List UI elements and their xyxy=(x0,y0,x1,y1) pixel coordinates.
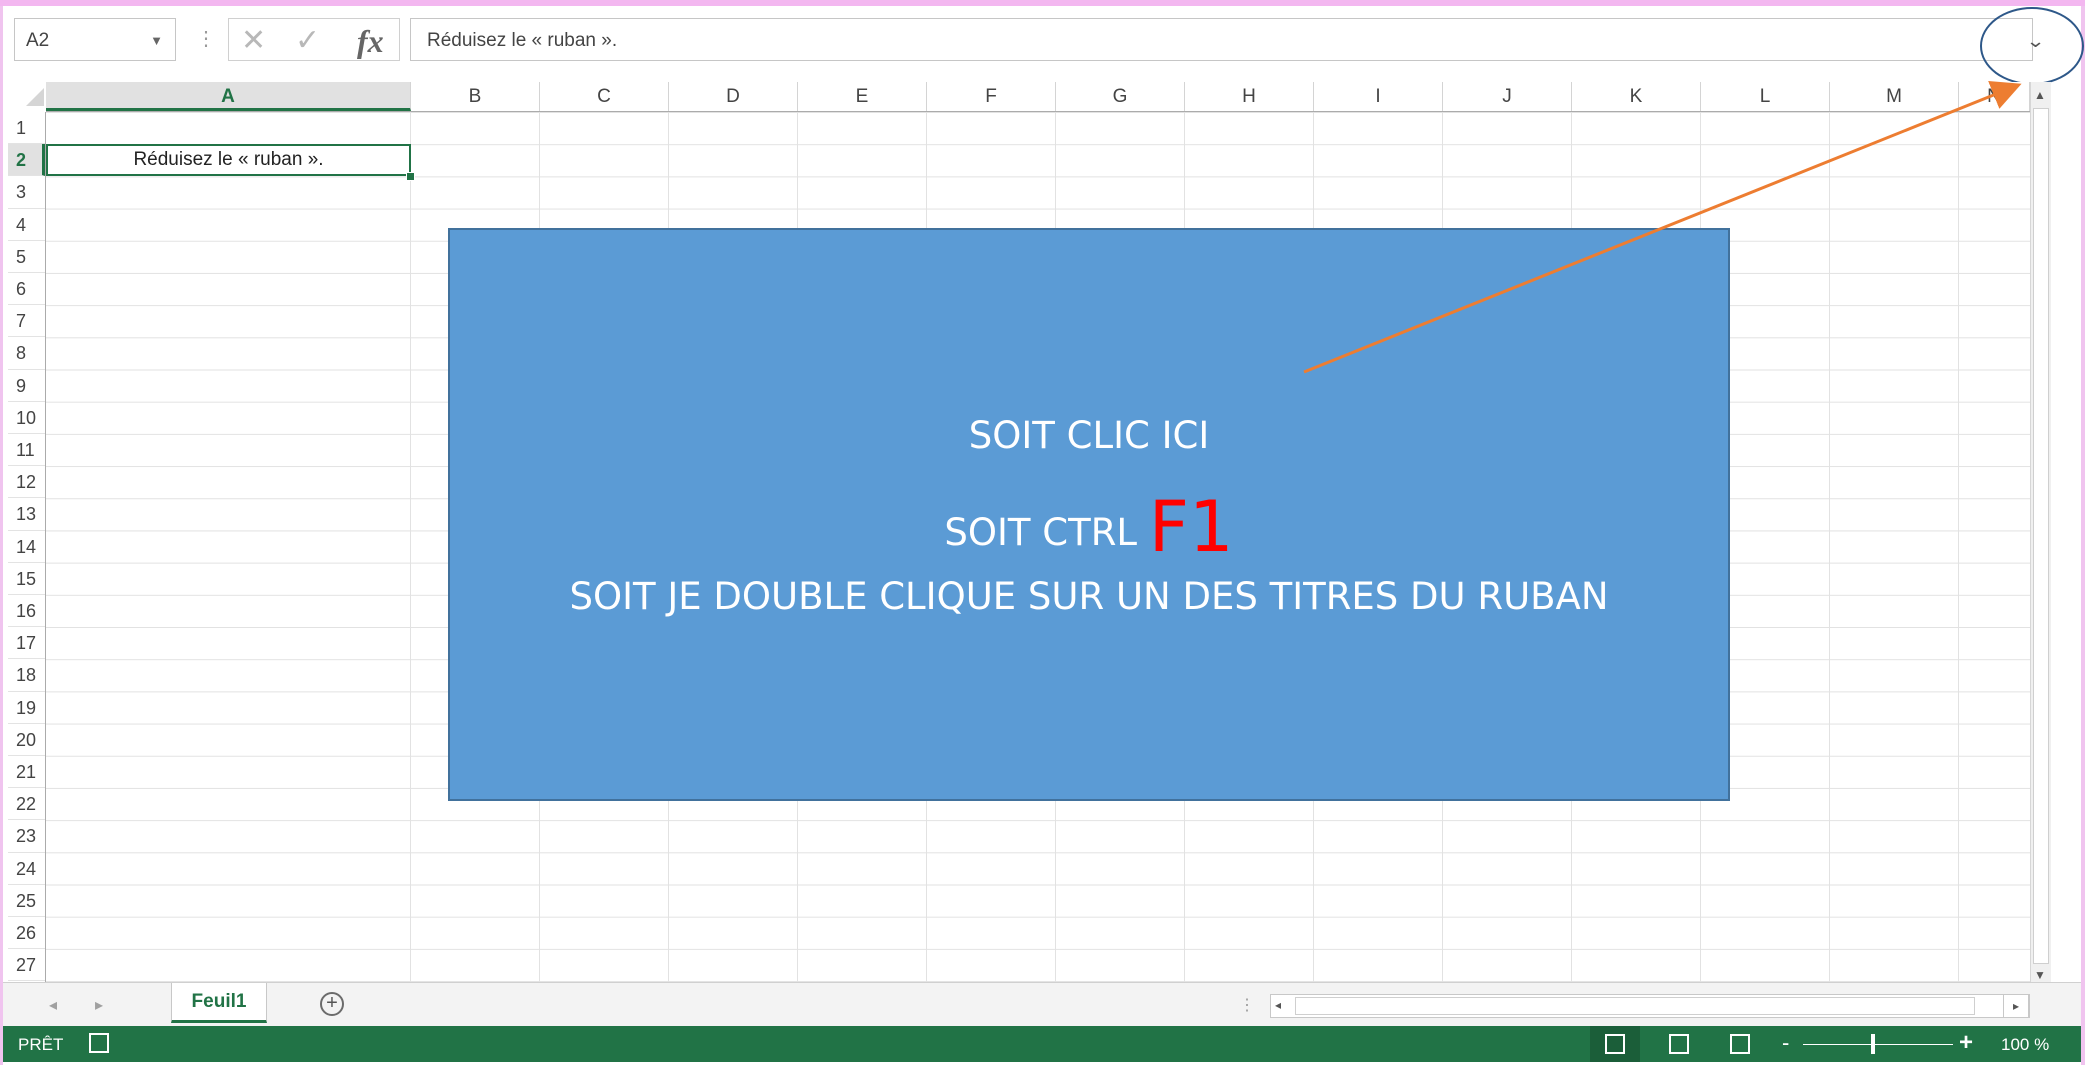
page-break-preview-icon[interactable] xyxy=(1730,1034,1750,1054)
scroll-right-icon[interactable]: ▸ xyxy=(2003,994,2029,1018)
zoom-in-icon[interactable]: + xyxy=(1959,1029,1973,1057)
row-header-13[interactable]: 13 xyxy=(8,498,45,531)
row-header-8[interactable]: 8 xyxy=(8,337,45,370)
active-cell-a2[interactable]: Réduisez le « ruban ». xyxy=(46,144,411,176)
gridline xyxy=(1958,112,1959,982)
select-all-triangle-icon xyxy=(26,88,44,106)
horizontal-scrollbar[interactable]: ◂ xyxy=(1270,994,2030,1018)
status-bar: PRÊT - + 100 % xyxy=(3,1026,2081,1062)
scroll-down-icon[interactable]: ▼ xyxy=(2034,968,2046,982)
column-header-h[interactable]: H xyxy=(1185,82,1314,111)
page-layout-icon[interactable] xyxy=(1669,1034,1689,1054)
window-frame-right xyxy=(2081,6,2085,1065)
scroll-up-icon[interactable]: ▲ xyxy=(2034,88,2046,102)
sheet-prev-icon[interactable]: ◂ xyxy=(49,995,57,1015)
sheet-tab-bar: ◂ ▸ Feuil1 + ⋮ ◂ ▸ xyxy=(3,982,2081,1027)
plus-circle-icon[interactable]: + xyxy=(320,992,344,1016)
name-box-dropdown-icon[interactable]: ▼ xyxy=(150,33,163,48)
row-header-17[interactable]: 17 xyxy=(8,627,45,660)
column-header-f[interactable]: F xyxy=(927,82,1056,111)
vertical-scroll-thumb[interactable] xyxy=(2033,108,2049,964)
row-header-6[interactable]: 6 xyxy=(8,273,45,306)
gridline xyxy=(1829,112,1830,982)
row-header-16[interactable]: 16 xyxy=(8,595,45,628)
callout-line-2-text: SOIT CTRL xyxy=(944,511,1138,554)
row-header-25[interactable]: 25 xyxy=(8,885,45,917)
row-header-7[interactable]: 7 xyxy=(8,305,45,338)
row-header-3[interactable]: 3 xyxy=(8,176,45,209)
row-header-2[interactable]: 2 xyxy=(8,144,45,177)
row-header-14[interactable]: 14 xyxy=(8,531,45,563)
callout-line-3: SOIT JE DOUBLE CLIQUE SUR UN DES TITRES … xyxy=(569,575,1609,618)
window-frame-left xyxy=(0,6,3,1065)
highlight-circle xyxy=(1980,7,2084,85)
row-header-21[interactable]: 21 xyxy=(8,756,45,789)
row-header-15[interactable]: 15 xyxy=(8,563,45,595)
row-header-column: 1 2 3 4 5 6 7 8 9 10 11 12 13 14 15 16 17 18 19 20 21 22 23 24 2… xyxy=(8,112,46,982)
row-header-24[interactable]: 24 xyxy=(8,853,45,885)
row-header-9[interactable]: 9 xyxy=(8,370,45,402)
column-header-e[interactable]: E xyxy=(798,82,927,111)
cancel-icon[interactable]: ✕ xyxy=(241,23,266,58)
fill-handle[interactable] xyxy=(406,172,415,181)
column-header-c[interactable]: C xyxy=(540,82,669,111)
callout-key-f1: F1 xyxy=(1148,486,1234,568)
column-header-n[interactable]: N xyxy=(1959,82,2030,111)
row-header-5[interactable]: 5 xyxy=(8,241,45,273)
column-header-i[interactable]: I xyxy=(1314,82,1443,111)
row-header-11[interactable]: 11 xyxy=(8,434,45,467)
formula-input[interactable]: Réduisez le « ruban ». xyxy=(410,18,2033,61)
column-header-b[interactable]: B xyxy=(411,82,540,111)
sheet-next-icon[interactable]: ▸ xyxy=(95,995,103,1015)
vertical-scrollbar[interactable]: ▲ ▼ xyxy=(2030,82,2051,986)
status-ready: PRÊT xyxy=(18,1035,64,1054)
row-header-12[interactable]: 12 xyxy=(8,466,45,499)
select-all-corner[interactable] xyxy=(8,82,46,112)
row-header-4[interactable]: 4 xyxy=(8,209,45,241)
row-header-19[interactable]: 19 xyxy=(8,692,45,724)
gridline xyxy=(410,112,411,982)
row-header-10[interactable]: 10 xyxy=(8,402,45,434)
scroll-left-icon[interactable]: ◂ xyxy=(1275,998,1281,1012)
column-header-l[interactable]: L xyxy=(1701,82,1830,111)
confirm-icon[interactable]: ✓ xyxy=(295,23,320,58)
row-header-23[interactable]: 23 xyxy=(8,820,45,853)
row-header-1[interactable]: 1 xyxy=(8,112,45,145)
column-header-j[interactable]: J xyxy=(1443,82,1572,111)
column-header-bar: A B C D E F G H I J K L M N xyxy=(46,82,2030,112)
sheet-tab-feuil1[interactable]: Feuil1 xyxy=(171,983,267,1023)
horizontal-scroll-thumb[interactable] xyxy=(1295,997,1975,1015)
row-header-26[interactable]: 26 xyxy=(8,917,45,950)
row-header-20[interactable]: 20 xyxy=(8,724,45,756)
callout-line-1: SOIT CLIC ICI xyxy=(968,414,1210,457)
name-box-value: A2 xyxy=(26,30,50,51)
zoom-slider[interactable] xyxy=(1803,1044,1953,1045)
column-header-k[interactable]: K xyxy=(1572,82,1701,111)
zoom-slider-thumb[interactable] xyxy=(1871,1034,1875,1054)
tab-splitter-icon[interactable]: ⋮ xyxy=(1239,995,1255,1015)
formula-bar-splitter-icon[interactable]: ⋮ xyxy=(196,26,216,51)
insert-function-icon[interactable]: fx xyxy=(357,23,384,60)
formula-input-value: Réduisez le « ruban ». xyxy=(427,30,618,51)
column-header-a[interactable]: A xyxy=(46,82,411,111)
macro-record-icon[interactable] xyxy=(89,1033,109,1053)
column-header-m[interactable]: M xyxy=(1830,82,1959,111)
instruction-callout: SOIT CLIC ICI SOIT CTRL F1 SOIT JE DOUBL… xyxy=(448,228,1730,801)
column-header-g[interactable]: G xyxy=(1056,82,1185,111)
callout-line-2: SOIT CTRL F1 xyxy=(450,486,1728,568)
formula-bar-buttons: ✕ ✓ fx xyxy=(228,18,400,61)
name-box[interactable]: A2 ▼ xyxy=(14,18,176,61)
row-header-18[interactable]: 18 xyxy=(8,659,45,692)
zoom-level[interactable]: 100 % xyxy=(2001,1035,2049,1055)
normal-view-icon[interactable] xyxy=(1605,1034,1625,1054)
row-header-22[interactable]: 22 xyxy=(8,788,45,821)
row-header-27[interactable]: 27 xyxy=(8,949,45,982)
column-header-d[interactable]: D xyxy=(669,82,798,111)
zoom-out-icon[interactable]: - xyxy=(1782,1030,1789,1056)
